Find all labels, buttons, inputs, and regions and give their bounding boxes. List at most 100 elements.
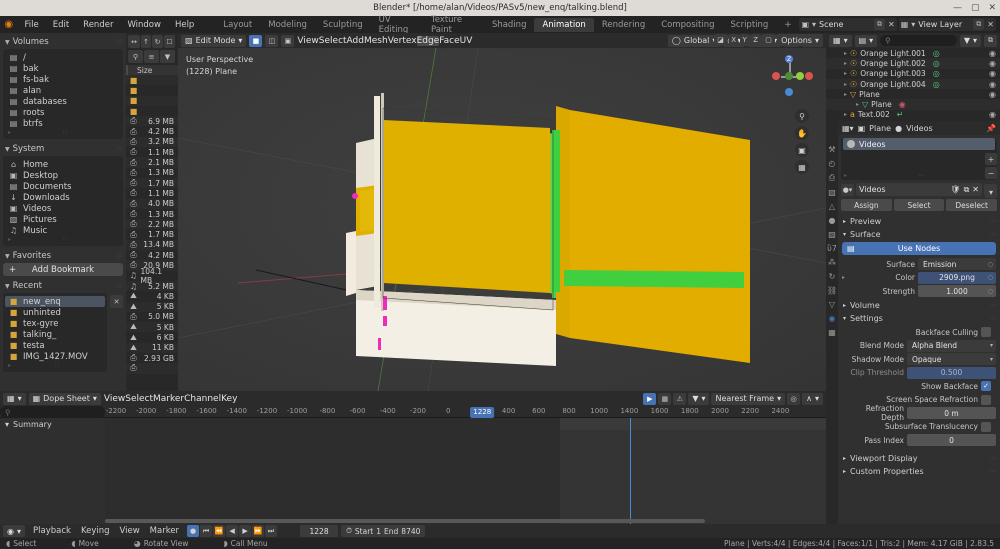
- expand-icon[interactable]: ▸: [8, 129, 11, 136]
- file-row[interactable]: ■: [126, 85, 178, 95]
- current-frame-indicator[interactable]: 1228: [470, 406, 495, 418]
- file-row[interactable]: ⛰ 5 KB: [126, 301, 178, 312]
- animate-dot-icon[interactable]: ○: [988, 274, 993, 281]
- file-size-column-header[interactable]: Size: [126, 65, 178, 75]
- editor-type-icon[interactable]: ▦▾: [842, 124, 854, 133]
- modifier-icon[interactable]: ὒ7: [827, 244, 837, 253]
- list-item[interactable]: ▣ Desktop: [5, 170, 121, 181]
- list-item[interactable]: ■ tex-gyre: [5, 318, 105, 329]
- viewport-menu-edge[interactable]: Edge: [416, 35, 440, 46]
- list-item[interactable]: ▤ Documents: [5, 181, 121, 192]
- physics-icon[interactable]: ↻: [829, 272, 836, 281]
- dopesheet-mode-selector[interactable]: ▦ Dope Sheet ▾: [28, 392, 101, 405]
- property-checkbox[interactable]: [981, 421, 991, 432]
- file-row[interactable]: ⎙ 4.2 MB: [126, 250, 178, 260]
- end-value[interactable]: 8740: [401, 527, 420, 536]
- viewport-canvas[interactable]: [178, 48, 826, 391]
- outliner-row[interactable]: ▸ a Text.002 ↵ ◉: [826, 110, 1000, 120]
- list-item[interactable]: ▣ Videos: [5, 203, 121, 214]
- viewport-menu-vertex[interactable]: Vertex: [388, 36, 417, 46]
- file-row[interactable]: ⎙ 1.7 MB: [126, 177, 178, 189]
- hand-pan-icon[interactable]: ✋: [795, 126, 809, 140]
- horizontal-scrollbar[interactable]: [105, 519, 705, 523]
- list-item[interactable]: ■ talking_: [5, 329, 105, 340]
- mirror-y-toggle[interactable]: Y: [740, 34, 750, 46]
- expand-icon[interactable]: ▸: [844, 81, 847, 88]
- navigation-gizmo[interactable]: Z: [768, 55, 813, 99]
- select-button[interactable]: Select: [893, 199, 945, 211]
- current-frame-field[interactable]: 1228: [300, 525, 339, 537]
- new-scene-icon[interactable]: ⧉: [874, 19, 886, 30]
- light-data-icon[interactable]: ◎: [933, 49, 940, 58]
- search-icon[interactable]: ⚲: [128, 50, 143, 63]
- record-icon[interactable]: ●: [187, 525, 200, 537]
- property-value[interactable]: 0 m: [907, 407, 996, 419]
- workspace-tab-scripting[interactable]: Scripting: [723, 18, 777, 32]
- section-volume[interactable]: ▸ Volume ⋯: [838, 299, 1000, 312]
- only-selected-icon[interactable]: ▶: [643, 392, 657, 405]
- show-hidden-icon[interactable]: ▦: [658, 392, 672, 405]
- workspace-tab-layout[interactable]: Layout: [215, 18, 260, 32]
- file-row[interactable]: ■: [126, 106, 178, 116]
- menu-edit[interactable]: Edit: [46, 19, 76, 31]
- file-row[interactable]: ♫ 5.2 MB: [126, 280, 178, 292]
- timeline-menu-view[interactable]: View: [115, 526, 145, 536]
- material-slot-item[interactable]: Videos: [843, 138, 995, 150]
- file-row[interactable]: ⎙ 1.7 MB: [126, 229, 178, 240]
- play-reverse-icon[interactable]: ◀: [226, 525, 239, 537]
- expand-icon[interactable]: ▸: [844, 60, 847, 67]
- font-data-icon[interactable]: ↵: [897, 110, 904, 119]
- preview-range-icon[interactable]: ⏱: [346, 526, 352, 536]
- property-dropdown[interactable]: Alpha Blend ▾: [907, 339, 996, 352]
- property-slider[interactable]: 0.500: [907, 366, 996, 379]
- expand-icon[interactable]: ▸: [844, 172, 847, 179]
- gizmo-z-axis[interactable]: Z: [785, 55, 793, 63]
- list-item[interactable]: ▨ Pictures: [5, 214, 121, 225]
- workspace-tab-sculpting[interactable]: Sculpting: [315, 18, 371, 32]
- add-bookmark-button[interactable]: + Add Bookmark: [3, 263, 123, 276]
- mirror-icon[interactable]: ◪: [714, 34, 728, 46]
- x-icon[interactable]: ✕: [888, 20, 895, 29]
- workspace-tab-rendering[interactable]: Rendering: [594, 18, 653, 32]
- copy-icon[interactable]: ⧉: [964, 185, 970, 195]
- property-checkbox[interactable]: [981, 327, 991, 337]
- dopesheet-menu-channel[interactable]: Channel: [184, 394, 221, 404]
- transform-orientation-selector[interactable]: ◯ Global ▾: [667, 34, 721, 47]
- back-arrow-icon[interactable]: ↔: [128, 35, 140, 48]
- list-item[interactable]: ▤ alan: [5, 85, 121, 96]
- panel-header-system[interactable]: ▼ System ∷: [3, 142, 123, 156]
- eye-icon[interactable]: ◉: [989, 110, 1000, 119]
- auto-merge-icon[interactable]: ▢: [762, 34, 776, 46]
- gizmo-x-axis[interactable]: [805, 72, 813, 80]
- file-row[interactable]: ⎙ 1.1 MB: [126, 147, 178, 157]
- material-name-input[interactable]: Videos 🛡 ⧉ ✕: [856, 183, 982, 196]
- snap-mode-selector[interactable]: Nearest Frame ▾: [711, 392, 786, 405]
- outliner-row[interactable]: ▸ ☉ Orange Light.001 ◎ ◉: [826, 48, 1000, 58]
- list-item[interactable]: ▤ databases: [5, 96, 121, 107]
- property-value[interactable]: Emission ○: [918, 258, 996, 270]
- breadcrumb-material[interactable]: Videos: [906, 124, 933, 133]
- section-settings[interactable]: ▾ Settings ⋯: [838, 312, 1000, 325]
- material-icon[interactable]: ◉: [829, 314, 836, 323]
- refresh-icon[interactable]: ↻: [152, 35, 163, 48]
- file-row[interactable]: ⎙ 2.93 GB: [126, 353, 178, 363]
- minus-icon[interactable]: −: [985, 167, 997, 179]
- viewlayer-icon[interactable]: ▨: [828, 188, 836, 197]
- expand-icon[interactable]: ▸: [8, 236, 11, 243]
- file-row[interactable]: ⎙ 2.1 MB: [126, 157, 178, 168]
- filter-icon[interactable]: ▼ ▾: [959, 34, 981, 47]
- section-viewport-display[interactable]: ▸ Viewport Display ⋯: [838, 452, 1000, 465]
- list-item[interactable]: ▤ fs-bak: [5, 74, 121, 85]
- workspace-tab-modeling[interactable]: Modeling: [260, 18, 315, 32]
- file-row[interactable]: ⎙ 6.9 MB: [126, 116, 178, 127]
- dopesheet-ruler[interactable]: ⚲ -2200 -2000 -1800 -1600 -1400 -1200 -1000 -80…: [0, 406, 826, 418]
- list-item[interactable]: ■ testa: [5, 340, 105, 351]
- render-icon[interactable]: ◴: [829, 159, 836, 168]
- list-item[interactable]: ▤ roots: [5, 107, 121, 118]
- close-icon[interactable]: ✕: [988, 3, 996, 13]
- socket-icon[interactable]: ▸: [842, 274, 850, 281]
- pin-icon[interactable]: 📌: [986, 124, 996, 133]
- channel-row-summary[interactable]: ▾ Summary: [0, 418, 105, 430]
- x-icon[interactable]: ✕: [987, 20, 994, 29]
- file-row[interactable]: ⎙ 1.3 MB: [126, 168, 178, 178]
